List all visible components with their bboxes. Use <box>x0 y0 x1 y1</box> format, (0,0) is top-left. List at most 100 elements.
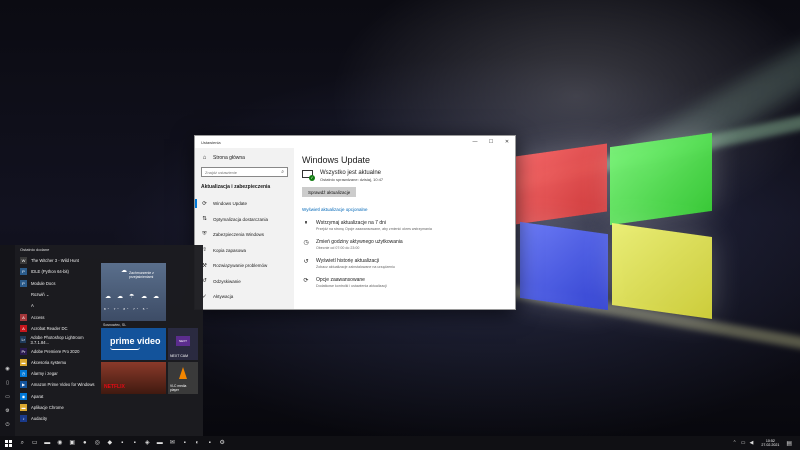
system-tray: ⌃ ▭ ◀ 10:52 27.02.2021 ▤ <box>733 436 800 450</box>
update-option-row[interactable]: ⏸ Wstrzymaj aktualizacje na 7 dni Przejdź … <box>302 220 507 239</box>
search-icon[interactable]: ⌕ <box>16 436 29 450</box>
notification-icon[interactable]: ▤ <box>786 440 792 447</box>
spotify-icon[interactable]: ● <box>79 436 92 450</box>
weather-text: Zachmurzenie z przejaśnieniami <box>129 271 154 279</box>
optional-updates-link[interactable]: Wyświetl aktualizacje opcjonalne <box>302 207 507 212</box>
app-icon[interactable]: ▪ <box>204 436 217 450</box>
home-label: Strona główna <box>213 155 245 161</box>
sidebar-item-optymalizacja-dostarczania[interactable]: ⇅ Optymalizacja dostarczania <box>201 212 288 228</box>
app-list-item[interactable]: P Module Docs <box>16 278 98 289</box>
update-option-row[interactable]: ↺ Wyświetl historię aktualizacji Zobacz ak… <box>302 258 507 277</box>
prime-video-tile[interactable]: prime video <box>101 328 166 360</box>
option-title: Zmień godziny aktywnego użytkowania <box>316 239 403 245</box>
update-option-row[interactable]: ◷ Zmień godziny aktywnego użytkowania Obec… <box>302 239 507 258</box>
update-option-row[interactable]: ⟳ Opcje zaawansowane Dodatkowe kontrolki i… <box>302 277 507 296</box>
home-link[interactable]: ⌂ Strona główna <box>201 153 288 163</box>
netflix-tile[interactable]: NETFLIX <box>101 362 166 394</box>
app-label: Amazon Prime Video for Windows <box>31 382 95 388</box>
start-button[interactable] <box>0 436 16 450</box>
app-label: The Witcher 3 - Wild Hunt <box>31 258 79 264</box>
documents-icon[interactable]: ▯ <box>4 380 11 386</box>
app-icon: ▶ <box>20 381 27 389</box>
app-icon: A <box>20 313 27 321</box>
app-list-item[interactable]: W The Witcher 3 - Wild Hunt <box>16 255 98 266</box>
clock[interactable]: 10:52 27.02.2021 <box>761 439 779 448</box>
app-list-item[interactable]: ◷ Alarmy i zegar <box>16 368 98 379</box>
page-title: Windows Update <box>302 155 371 165</box>
app-list-item[interactable]: A Access <box>16 311 98 322</box>
app-label: Module Docs <box>31 280 56 286</box>
sidebar-item-zabezpieczenia-windows[interactable]: ⛨ Zabezpieczenia Windows <box>201 227 288 243</box>
delivery-icon: ⇅ <box>202 216 207 223</box>
steam-icon[interactable]: ◉ <box>54 436 67 450</box>
app-list-item[interactable]: ◉ Aparat <box>16 391 98 402</box>
pause-icon: ⏸ <box>304 220 308 226</box>
file-explorer-icon[interactable]: ▬ <box>41 436 54 450</box>
weather-cloud-icon: ☁ <box>121 268 127 274</box>
power-icon[interactable]: ⏻ <box>4 422 11 428</box>
app-icon[interactable]: ▪ <box>179 436 192 450</box>
close-button[interactable]: ✕ <box>499 136 515 148</box>
app-label: Adobe Premiere Pro 2020 <box>31 348 80 354</box>
task-view-icon[interactable]: ▭ <box>29 436 42 450</box>
update-status: ✓ Wszystko jest aktualne Ostatnio sprawd… <box>302 170 507 182</box>
clock-date: 27.02.2021 <box>761 443 780 447</box>
app-label: IDLE (Python 64-bit) <box>31 269 69 275</box>
sidebar-item-aktywacja[interactable]: ✓ Aktywacja <box>201 289 288 305</box>
app-icon[interactable]: ◈ <box>141 436 154 450</box>
sidebar-item-odzyskiwanie[interactable]: ↺ Odzyskiwanie <box>201 274 288 290</box>
settings-icon[interactable]: ⚙ <box>216 436 229 450</box>
app-icon: P <box>20 279 27 287</box>
start-rail: ◉ ▯ ▭ ⚙ ⏻ <box>0 245 15 436</box>
weather-tile[interactable]: ☁ Zachmurzenie z przejaśnieniami ☁ ☁ ☂ ☁… <box>101 263 166 321</box>
windows-logo-blue-pane <box>520 221 608 311</box>
settings-search-input[interactable] <box>205 169 282 175</box>
app-list-item[interactable]: Pr Adobe Premiere Pro 2020 <box>16 345 98 356</box>
premiere-icon[interactable]: ▪ <box>116 436 129 450</box>
advanced-options-icon: ⟳ <box>303 278 309 284</box>
app-list-item[interactable]: ▬ Akcesoria systemu <box>16 357 98 368</box>
user-icon[interactable]: ◉ <box>4 366 11 372</box>
mail-icon[interactable]: ✉ <box>166 436 179 450</box>
windows-logo-yellow-pane <box>612 222 712 320</box>
next-cam-tile[interactable]: NEXT NEXT CAM <box>168 328 198 360</box>
app-label: Rozwiń ⌄ <box>31 292 50 298</box>
history-icon: ↺ <box>303 259 309 265</box>
vlc-tile[interactable]: VLC media player <box>168 362 198 394</box>
app-icon[interactable]: ◐ <box>191 436 204 450</box>
check-updates-button[interactable]: Sprawdź aktualizacje <box>302 187 357 197</box>
app-list-item[interactable]: ▬ Aplikacje Chrome <box>16 402 98 413</box>
home-icon: ⌂ <box>202 155 207 161</box>
status-subtitle: Ostatnio sprawdzane: dzisiaj, 10:47 <box>320 177 384 182</box>
app-icon <box>20 291 27 298</box>
app-list-item[interactable]: P IDLE (Python 64-bit) <box>16 266 98 277</box>
app-list-item[interactable]: ♪ Audacity <box>16 413 98 424</box>
app-list-group-header[interactable]: Rozwiń ⌄ <box>16 289 98 300</box>
next-cam-label: NEXT CAM <box>170 354 189 358</box>
network-icon[interactable]: ▭ <box>741 440 746 446</box>
volume-icon[interactable]: ◀ <box>749 440 753 446</box>
app-list-item[interactable]: Lr Adobe Photoshop Lightroom 3.7.1.84... <box>16 334 98 345</box>
chevron-up-icon[interactable]: ⌃ <box>733 440 737 446</box>
sidebar-item-kopia-zapasowa[interactable]: ⇧ Kopia zapasowa <box>201 243 288 259</box>
lightroom-icon[interactable]: ▪ <box>129 436 142 450</box>
sidebar-item-windows-update[interactable]: ⟳ Windows Update <box>195 196 288 212</box>
taskbar: ⌕ ▭ ▬ ◉ ▣ ● ◎ ◆ ▪ ▪ ◈ ▬ ✉ ▪ ◐ ▪ ⚙ ⌃ ▭ ◀ 10:52 27.02.2021… <box>0 436 800 450</box>
app-list-item[interactable]: ▶ Amazon Prime Video for Windows <box>16 379 98 390</box>
folder-icon[interactable]: ▬ <box>154 436 167 450</box>
pictures-icon[interactable]: ▭ <box>4 394 11 400</box>
app-list-group-header[interactable]: A <box>16 300 98 311</box>
gear-icon[interactable]: ⚙ <box>4 408 11 414</box>
sidebar-item-rozwiązywanie-problemów[interactable]: ⚒ Rozwiązywanie problemów <box>201 258 288 274</box>
clock-icon: ◷ <box>303 240 309 246</box>
app-icon[interactable]: ◆ <box>104 436 117 450</box>
maximize-button[interactable]: ☐ <box>483 136 499 148</box>
window-titlebar[interactable]: Ustawienia — ☐ ✕ <box>195 136 515 148</box>
chrome-icon[interactable]: ◎ <box>91 436 104 450</box>
minimize-button[interactable]: — <box>467 136 483 148</box>
settings-search-box[interactable]: ⌕ <box>201 167 288 177</box>
media-icon[interactable]: ▣ <box>66 436 79 450</box>
app-list-item[interactable]: A Acrobat Reader DC <box>16 323 98 334</box>
app-label: Access <box>31 314 45 320</box>
app-label: Aparat <box>31 393 44 399</box>
